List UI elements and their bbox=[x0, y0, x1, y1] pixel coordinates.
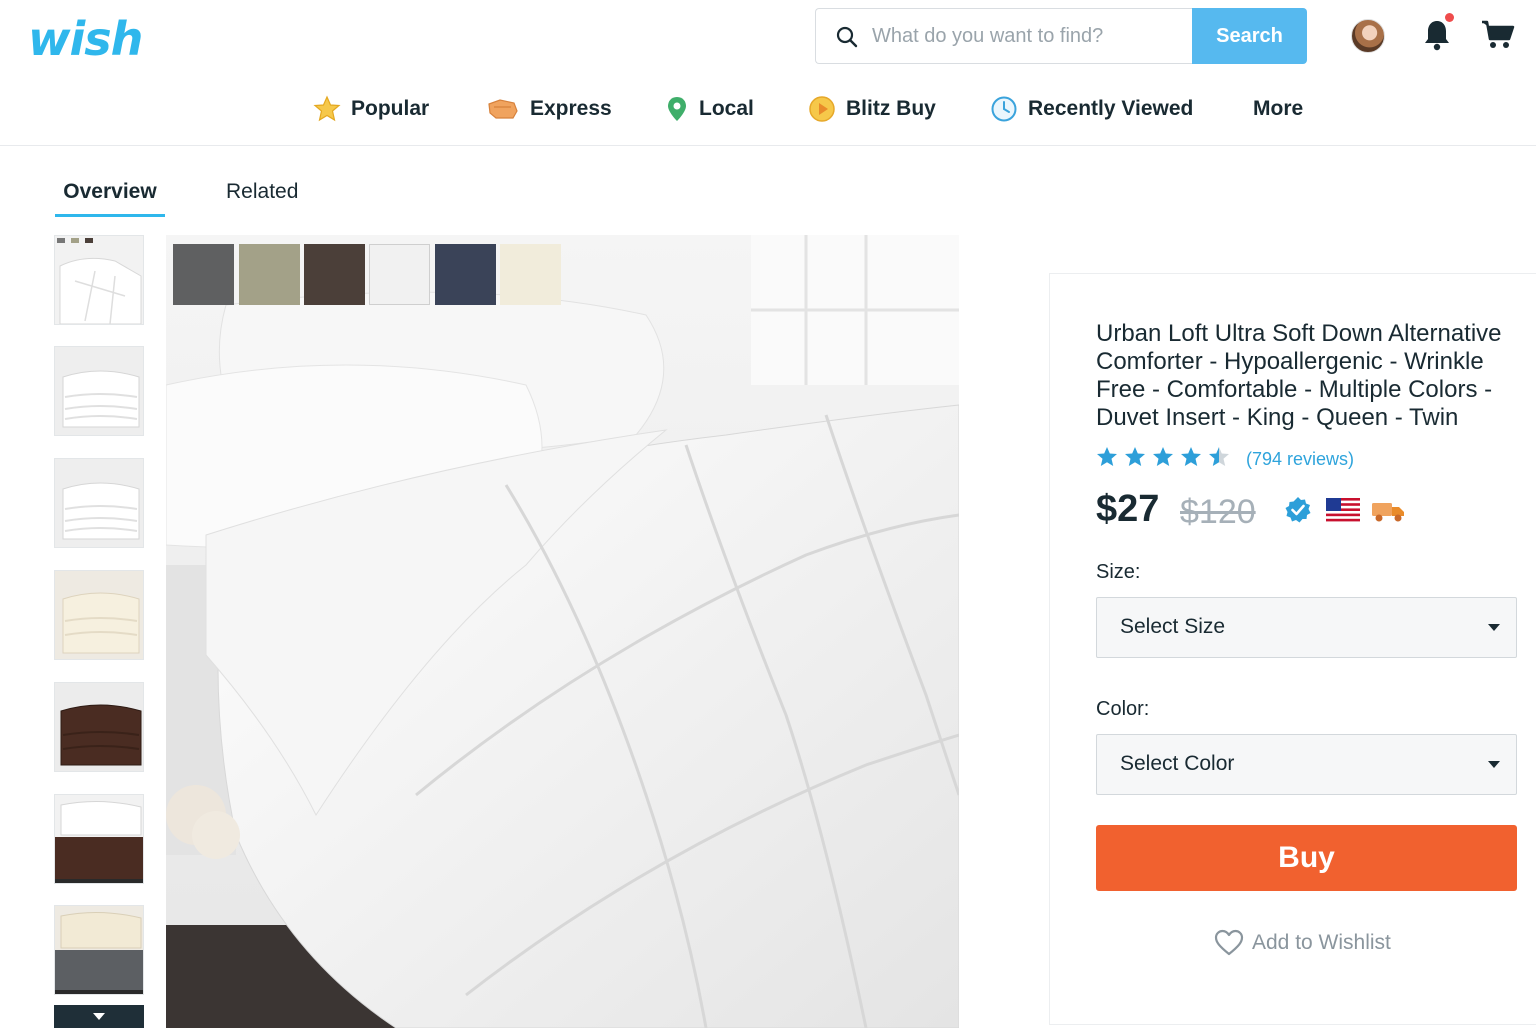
comforter-image bbox=[166, 235, 959, 1028]
thumbnail-image bbox=[55, 347, 143, 435]
reviews-link[interactable]: (794 reviews) bbox=[1246, 449, 1354, 470]
wishlist-label: Add to Wishlist bbox=[1252, 931, 1391, 954]
add-to-wishlist-button[interactable]: Add to Wishlist bbox=[1214, 929, 1391, 957]
thumbnail-chocolate-folded[interactable] bbox=[54, 682, 144, 772]
product-title: Urban Loft Ultra Soft Down Alternative C… bbox=[1096, 320, 1502, 431]
size-select-value: Select Size bbox=[1120, 615, 1226, 638]
color-swatch-gray[interactable] bbox=[173, 244, 234, 305]
thumbnail-image bbox=[55, 683, 143, 771]
main-product-image[interactable] bbox=[166, 235, 959, 1028]
search-box[interactable] bbox=[815, 8, 1193, 64]
nav-blitz-buy[interactable]: Blitz Buy bbox=[808, 92, 936, 126]
star-filled-icon bbox=[1097, 447, 1117, 466]
location-pin-icon bbox=[668, 97, 686, 121]
nav-popular[interactable]: Popular bbox=[313, 92, 429, 126]
original-price: $120 bbox=[1180, 493, 1256, 531]
color-swatch-taupe[interactable] bbox=[239, 244, 300, 305]
star-filled-icon bbox=[1125, 447, 1145, 466]
category-nav: Popular Express Local Blitz Buy Recently… bbox=[0, 92, 1536, 128]
nav-recently-viewed[interactable]: Recently Viewed bbox=[990, 92, 1193, 126]
thumbnail-ivory-gray-combo[interactable] bbox=[54, 905, 144, 995]
thumbnails-scroll-down-button[interactable] bbox=[54, 1005, 144, 1028]
search-input[interactable] bbox=[872, 9, 1182, 63]
product-info-panel: Urban Loft Ultra Soft Down Alternative C… bbox=[1049, 273, 1536, 1025]
color-swatch-white[interactable] bbox=[369, 244, 430, 305]
nav-express[interactable]: Express bbox=[486, 92, 612, 126]
nav-label: Popular bbox=[351, 97, 430, 120]
nav-label: More bbox=[1253, 97, 1304, 120]
nav-label: Express bbox=[530, 97, 612, 120]
size-label: Size: bbox=[1096, 561, 1141, 583]
nav-more[interactable]: More bbox=[1253, 92, 1303, 126]
heart-icon bbox=[1214, 929, 1244, 956]
site-header: wish Search Popular Express bbox=[0, 0, 1536, 146]
express-icon bbox=[488, 99, 518, 119]
wish-logo[interactable]: wish bbox=[28, 12, 143, 66]
color-select-value: Select Color bbox=[1120, 752, 1235, 775]
rating-stars bbox=[1096, 446, 1230, 468]
buy-button[interactable]: Buy bbox=[1096, 825, 1517, 891]
user-avatar[interactable] bbox=[1351, 19, 1385, 53]
search-button[interactable]: Search bbox=[1192, 8, 1307, 64]
blitz-buy-icon bbox=[809, 96, 835, 122]
notification-dot bbox=[1445, 13, 1454, 22]
thumbnail-white-folded[interactable] bbox=[54, 346, 144, 436]
color-swatch-ivory[interactable] bbox=[500, 244, 561, 305]
thumbnail-image bbox=[55, 459, 143, 547]
cart-icon[interactable] bbox=[1481, 19, 1515, 51]
tab-related[interactable]: Related bbox=[226, 180, 298, 204]
thumbnail-image bbox=[55, 571, 143, 659]
caret-down-icon bbox=[1488, 761, 1500, 768]
thumbnail-ivory-folded[interactable] bbox=[54, 570, 144, 660]
nav-label: Blitz Buy bbox=[846, 97, 936, 120]
thumbnail-image bbox=[55, 795, 143, 883]
verified-icon bbox=[1285, 497, 1311, 523]
color-swatch-navy[interactable] bbox=[435, 244, 496, 305]
current-price: $27 bbox=[1096, 488, 1160, 530]
color-swatch-chocolate[interactable] bbox=[304, 244, 365, 305]
chevron-down-icon bbox=[93, 1013, 105, 1020]
nav-local[interactable]: Local bbox=[665, 92, 754, 126]
star-filled-icon bbox=[1181, 447, 1201, 466]
bell-icon[interactable] bbox=[1422, 18, 1452, 52]
thumbnail-white-comforter[interactable] bbox=[54, 235, 144, 325]
size-select[interactable]: Select Size bbox=[1096, 597, 1517, 658]
star-half-icon bbox=[1209, 447, 1229, 466]
tab-overview[interactable]: Overview bbox=[55, 180, 165, 217]
thumbnail-white-folded-2[interactable] bbox=[54, 458, 144, 548]
nav-label: Local bbox=[699, 97, 754, 120]
thumbnail-white-chocolate-combo[interactable] bbox=[54, 794, 144, 884]
color-label: Color: bbox=[1096, 698, 1150, 720]
us-flag-icon bbox=[1326, 498, 1360, 522]
search-icon bbox=[836, 26, 858, 48]
nav-label: Recently Viewed bbox=[1028, 97, 1194, 120]
clock-icon bbox=[991, 96, 1017, 122]
delivery-truck-icon bbox=[1372, 503, 1404, 522]
star-icon bbox=[313, 95, 341, 122]
color-select[interactable]: Select Color bbox=[1096, 734, 1517, 795]
thumbnail-image bbox=[55, 236, 143, 324]
thumbnail-image bbox=[55, 906, 143, 994]
caret-down-icon bbox=[1488, 624, 1500, 631]
star-filled-icon bbox=[1153, 447, 1173, 466]
